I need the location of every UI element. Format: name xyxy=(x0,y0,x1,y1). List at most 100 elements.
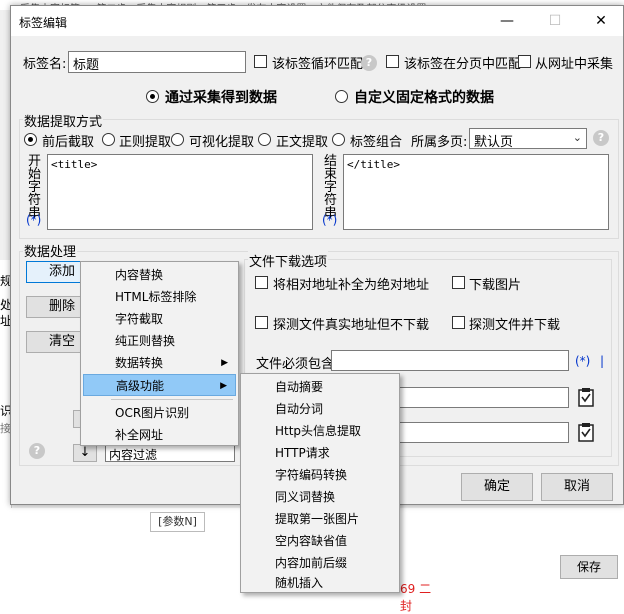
move-down-button[interactable]: ↓ xyxy=(73,444,97,462)
loop-match-label: 该标签循环匹配 xyxy=(272,57,364,72)
menu-item-complete-url[interactable]: 补全网址 xyxy=(83,424,236,446)
rel-to-abs-label: 将相对地址补全为绝对地址 xyxy=(273,278,430,293)
end-string-textarea[interactable]: </title> xyxy=(343,154,609,230)
chevron-down-icon: ⌄ xyxy=(572,131,582,144)
submenu-item-label: 提取第一张图片 xyxy=(275,512,360,526)
path-input-2[interactable] xyxy=(396,422,569,443)
submenu-item-label: 自动摘要 xyxy=(275,380,324,394)
param-n-button[interactable]: [参数N] xyxy=(150,512,205,532)
mode-collect-label: 通过采集得到数据 xyxy=(165,90,277,106)
loop-match-checkbox[interactable] xyxy=(254,55,267,68)
submenu-item-label: 空内容缺省值 xyxy=(275,534,348,548)
submenu-item[interactable]: 自动摘要 xyxy=(243,376,397,398)
menu-item-substring[interactable]: 字符截取 xyxy=(83,308,236,330)
help-icon[interactable]: ? xyxy=(593,130,609,146)
multi-page-select[interactable]: 默认页 ⌄ xyxy=(469,128,587,150)
menu-item-label: 数据转换 xyxy=(115,356,164,370)
multi-page-value: 默认页 xyxy=(474,135,514,150)
submenu-item[interactable]: 自动分词 xyxy=(243,398,397,420)
mode-fixed-label: 自定义固定格式的数据 xyxy=(354,90,494,106)
submenu-item-label: 字符编码转换 xyxy=(275,468,348,482)
probe-no-download-label: 探测文件真实地址但不下载 xyxy=(273,318,430,333)
probe-download-label: 探测文件并下载 xyxy=(469,318,561,333)
menu-item-label: 补全网址 xyxy=(115,428,164,442)
clipboard-icon[interactable] xyxy=(577,387,595,407)
minimize-button[interactable]: — xyxy=(484,6,530,36)
help-icon[interactable]: ? xyxy=(361,55,377,71)
process-section-title: 数据处理 xyxy=(23,241,78,260)
submenu-item[interactable]: 提取第一张图片 xyxy=(243,508,397,530)
download-image-checkbox[interactable] xyxy=(452,276,465,289)
multi-page-label: 所属多页: xyxy=(411,135,468,150)
menu-item-ocr[interactable]: OCR图片识别 xyxy=(83,402,236,424)
submenu-item[interactable]: 字符编码转换 xyxy=(243,464,397,486)
tag-name-input[interactable]: 标题 xyxy=(68,51,246,73)
url-collect-checkbox[interactable] xyxy=(518,55,531,68)
menu-item-data-convert[interactable]: 数据转换 ▶ xyxy=(83,352,236,374)
menu-item-advanced[interactable]: 高级功能 ▶ xyxy=(83,374,236,396)
download-image-label: 下载图片 xyxy=(469,278,522,293)
extract-method-radio[interactable] xyxy=(332,133,345,146)
end-string-label: 结束字符串 xyxy=(324,154,338,221)
menu-item-regex-replace[interactable]: 纯正则替换 xyxy=(83,330,236,352)
extract-method-label: 正文提取 xyxy=(276,135,329,150)
submenu-arrow-icon: ▶ xyxy=(221,358,228,368)
maximize-button[interactable]: ☐ xyxy=(532,6,578,36)
start-string-label: 开始字符串 xyxy=(28,154,42,221)
menu-item-html-exclude[interactable]: HTML标签排除 xyxy=(83,286,236,308)
submenu-item[interactable]: 同义词替换 xyxy=(243,486,397,508)
submenu-item-label: HTTP请求 xyxy=(275,446,330,460)
start-regex-link[interactable]: (*) xyxy=(26,213,41,227)
page-match-label: 该标签在分页中匹配 xyxy=(404,57,522,72)
ok-button[interactable]: 确定 xyxy=(461,473,533,501)
menu-item-label: HTML标签排除 xyxy=(115,290,197,304)
extract-method-radio[interactable] xyxy=(102,133,115,146)
advanced-submenu: 自动摘要 自动分词 Http头信息提取 HTTP请求 字符编码转换 同义词替换 … xyxy=(240,373,400,593)
menu-item-content-replace[interactable]: 内容替换 xyxy=(83,264,236,286)
probe-no-download-checkbox[interactable] xyxy=(255,316,268,329)
path-input-1[interactable] xyxy=(396,387,569,408)
submenu-item[interactable]: HTTP请求 xyxy=(243,442,397,464)
must-contain-input[interactable] xyxy=(331,350,569,371)
menu-item-label: 高级功能 xyxy=(116,379,165,393)
submenu-item[interactable]: 随机插入 xyxy=(243,572,397,594)
submenu-item-label: 内容加前后缀 xyxy=(275,556,348,570)
extract-method-label: 前后截取 xyxy=(42,135,95,150)
page-match-checkbox[interactable] xyxy=(386,55,399,68)
mode-collect-radio[interactable] xyxy=(146,90,159,103)
menu-separator xyxy=(111,399,233,400)
submenu-arrow-icon: ▶ xyxy=(220,381,227,391)
mode-fixed-radio[interactable] xyxy=(335,90,348,103)
menu-item-label: 内容替换 xyxy=(115,268,164,282)
rel-to-abs-checkbox[interactable] xyxy=(255,276,268,289)
submenu-item-label: 同义词替换 xyxy=(275,490,336,504)
save-button[interactable]: 保存 xyxy=(560,555,618,579)
background-red-text: 69 二封 xyxy=(400,582,432,613)
dialog-title: 标签编辑 xyxy=(19,16,68,30)
must-contain-regex-link[interactable]: (*) xyxy=(575,354,590,368)
help-icon[interactable]: ? xyxy=(29,443,45,459)
process-context-menu: 内容替换 HTML标签排除 字符截取 纯正则替换 数据转换 ▶ 高级功能 ▶ OCR… xyxy=(80,261,239,446)
dialog-titlebar: 标签编辑 — ☐ ✕ xyxy=(11,6,623,36)
cancel-button[interactable]: 取消 xyxy=(541,473,613,501)
must-contain-label: 文件必须包含 xyxy=(256,357,335,372)
filter-list-item[interactable]: 内容过滤 xyxy=(105,444,235,462)
extract-section-title: 数据提取方式 xyxy=(23,111,104,130)
extract-method-radio[interactable] xyxy=(24,133,37,146)
submenu-item[interactable]: 内容加前后缀 xyxy=(243,552,397,574)
end-regex-link[interactable]: (*) xyxy=(322,213,337,227)
submenu-item-label: 随机插入 xyxy=(275,576,324,590)
extract-method-radio[interactable] xyxy=(171,133,184,146)
probe-download-checkbox[interactable] xyxy=(452,316,465,329)
extract-method-radio[interactable] xyxy=(258,133,271,146)
menu-item-label: OCR图片识别 xyxy=(115,406,190,420)
must-contain-link-bar[interactable]: | xyxy=(600,354,604,368)
clipboard-icon[interactable] xyxy=(577,422,595,442)
menu-item-label: 字符截取 xyxy=(115,312,164,326)
menu-item-label: 纯正则替换 xyxy=(115,334,176,348)
submenu-item[interactable]: Http头信息提取 xyxy=(243,420,397,442)
start-string-textarea[interactable]: <title> xyxy=(47,154,313,230)
submenu-item[interactable]: 空内容缺省值 xyxy=(243,530,397,552)
close-button[interactable]: ✕ xyxy=(578,6,624,36)
submenu-item-label: Http头信息提取 xyxy=(275,424,362,438)
